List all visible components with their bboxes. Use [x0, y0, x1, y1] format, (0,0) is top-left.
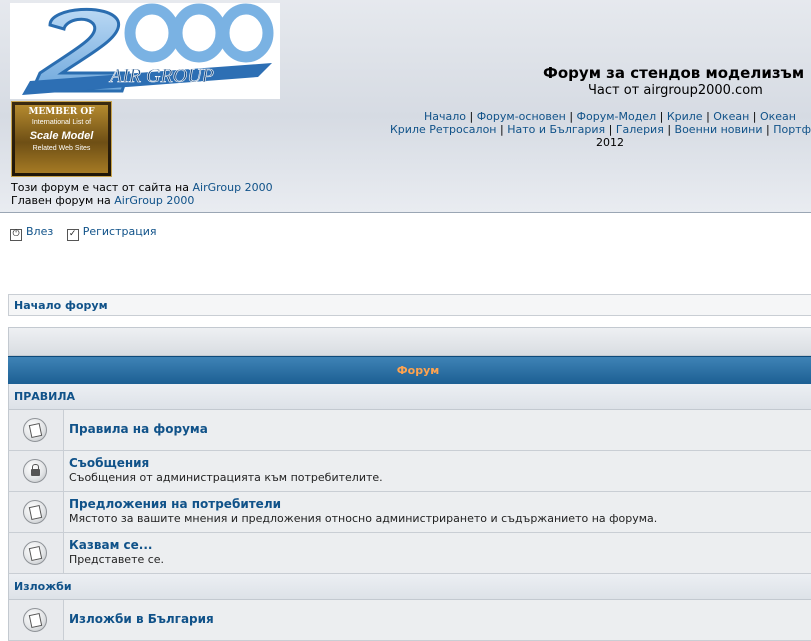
- forum-title[interactable]: Изложби в България: [69, 612, 214, 627]
- nav-link-ocean[interactable]: Океан: [713, 110, 749, 123]
- member-badge-inner: MEMBER OF International List of Scale Mo…: [15, 105, 108, 173]
- category-row[interactable]: ПРАВИЛА: [8, 384, 811, 410]
- read-forum-icon: [23, 500, 47, 524]
- power-icon: ⏻: [10, 229, 22, 241]
- nav-link-forum-main[interactable]: Форум-основен: [477, 110, 566, 123]
- forum-title[interactable]: Съобщения: [69, 456, 383, 471]
- top-nav-row-1: Начало | Форум-основен | Форум-Модел | К…: [423, 110, 796, 123]
- nav-link-military-news[interactable]: Военни новини: [675, 123, 763, 136]
- site-title: Форум за стендов моделизъм: [543, 64, 805, 82]
- locked-forum-icon: [23, 459, 47, 483]
- top-nav-row-2: Криле Ретросалон | Нато и България | Гал…: [390, 123, 811, 136]
- site-info: Този форум е част от сайта на AirGroup 2…: [11, 181, 273, 207]
- forum-table: Форум ПРАВИЛА Правила на форума Съобщени…: [8, 327, 811, 641]
- breadcrumb: Начало форум: [8, 294, 811, 316]
- forum-table-header: Форум: [8, 356, 811, 384]
- nav-link-gallery[interactable]: Галерия: [616, 123, 664, 136]
- read-forum-icon: [23, 608, 47, 632]
- nav-link-portfolio[interactable]: Портфолио: [773, 123, 811, 136]
- forum-row[interactable]: Предложения на потребители Мястото за ва…: [8, 492, 811, 533]
- site-header: AIR GROUP MEMBER OF International List o…: [0, 0, 811, 213]
- read-forum-icon: [23, 541, 47, 565]
- nav-year: 2012: [596, 136, 624, 149]
- forum-row[interactable]: Казвам се... Представете се.: [8, 533, 811, 574]
- site-info-line-2: Главен форум на AirGroup 2000: [11, 194, 195, 207]
- airgroup-logo-graphic: AIR GROUP: [22, 3, 274, 95]
- badge-line-2: International List of: [31, 119, 92, 126]
- forum-row[interactable]: Правила на форума: [8, 410, 811, 451]
- read-forum-icon: [23, 418, 47, 442]
- login-bar: ⏻ Влез ✓ Регистрация: [10, 225, 166, 241]
- register-link[interactable]: ✓ Регистрация: [66, 225, 156, 241]
- nav-link-nato-bulgaria[interactable]: Нато и България: [507, 123, 605, 136]
- member-badge[interactable]: MEMBER OF International List of Scale Mo…: [11, 101, 112, 177]
- forum-row[interactable]: Съобщения Съобщения от администрацията к…: [8, 451, 811, 492]
- airgroup-link-1[interactable]: AirGroup 2000: [192, 181, 272, 194]
- forum-description: Мястото за вашите мнения и предложения о…: [69, 512, 658, 525]
- badge-line-4: Related Web Sites: [32, 145, 91, 152]
- breadcrumb-home-link[interactable]: Начало форум: [14, 299, 108, 312]
- forum-table-top: [8, 327, 811, 356]
- forum-description: Представете се.: [69, 553, 165, 566]
- nav-link-forum-model[interactable]: Форум-Модел: [577, 110, 657, 123]
- nav-link-wings-retro[interactable]: Криле Ретросалон: [390, 123, 497, 136]
- nav-link-home[interactable]: Начало: [424, 110, 466, 123]
- top-navigation: Начало | Форум-основен | Форум-Модел | К…: [390, 110, 811, 149]
- nav-link-ocean-2[interactable]: Океан: [760, 110, 796, 123]
- checkbox-icon: ✓: [66, 229, 79, 241]
- category-row[interactable]: Изложби: [8, 574, 811, 600]
- forum-description: Съобщения от администрацията към потреби…: [69, 471, 383, 484]
- airgroup-logo[interactable]: AIR GROUP: [10, 3, 280, 99]
- forum-title[interactable]: Казвам се...: [69, 538, 164, 553]
- site-subtitle: Част от airgroup2000.com: [588, 83, 763, 98]
- forum-row[interactable]: Изложби в България: [8, 600, 811, 641]
- site-info-line-1: Този форум е част от сайта на AirGroup 2…: [11, 181, 273, 194]
- login-link[interactable]: ⏻ Влез: [10, 225, 53, 241]
- airgroup-link-2[interactable]: AirGroup 2000: [114, 194, 194, 207]
- forum-title[interactable]: Правила на форума: [69, 422, 208, 437]
- badge-line-3: Scale Model: [29, 130, 94, 142]
- badge-line-1: MEMBER OF: [28, 107, 95, 117]
- nav-link-wings[interactable]: Криле: [667, 110, 703, 123]
- svg-text:AIR GROUP: AIR GROUP: [108, 65, 214, 87]
- forum-title[interactable]: Предложения на потребители: [69, 497, 657, 512]
